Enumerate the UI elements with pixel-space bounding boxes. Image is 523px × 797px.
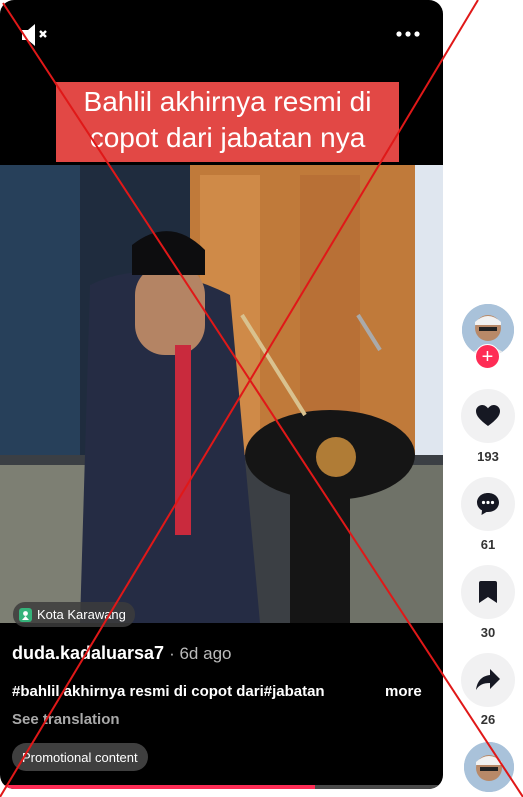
comment-button[interactable] — [461, 477, 515, 531]
video-caption[interactable]: #bahlil akhirnya resmi di copot dari#jab… — [12, 683, 352, 700]
location-label: Kota Karawang — [37, 607, 126, 622]
see-translation-button[interactable]: See translation — [12, 711, 120, 728]
share-button[interactable] — [461, 653, 515, 707]
more-dots-icon — [396, 31, 420, 37]
post-time: · 6d ago — [169, 644, 232, 663]
video-frame[interactable] — [0, 165, 443, 623]
share-count: 26 — [480, 712, 496, 727]
caption-more-button[interactable]: more — [385, 683, 422, 700]
video-progress-fill — [0, 785, 315, 789]
like-button[interactable] — [461, 389, 515, 443]
video-overlay-title: Bahlil akhirnya resmi di copot dari jaba… — [56, 82, 399, 162]
favorite-button[interactable] — [461, 565, 515, 619]
avatar-image — [464, 742, 514, 792]
mute-button[interactable] — [18, 20, 52, 50]
author-line: duda.kadaluarsa7 · 6d ago — [12, 643, 231, 664]
comment-icon — [477, 493, 499, 515]
location-tag[interactable]: Kota Karawang — [13, 602, 135, 627]
bookmark-icon — [479, 581, 497, 603]
favorite-count: 30 — [480, 625, 496, 640]
follow-button[interactable]: + — [475, 344, 500, 369]
like-count: 193 — [477, 449, 499, 464]
author-username[interactable]: duda.kadaluarsa7 — [12, 643, 164, 663]
promotional-content-badge[interactable]: Promotional content — [12, 743, 148, 771]
share-arrow-icon — [476, 669, 500, 690]
video-player[interactable]: Bahlil akhirnya resmi di copot dari jaba… — [0, 0, 443, 789]
heart-icon — [476, 405, 500, 426]
location-pin-icon — [19, 607, 32, 622]
muted-speaker-icon — [22, 24, 47, 46]
more-options-button[interactable] — [394, 24, 424, 44]
next-creator-avatar[interactable] — [464, 742, 514, 792]
video-progress-bar[interactable] — [0, 785, 443, 789]
comment-count: 61 — [480, 537, 496, 552]
